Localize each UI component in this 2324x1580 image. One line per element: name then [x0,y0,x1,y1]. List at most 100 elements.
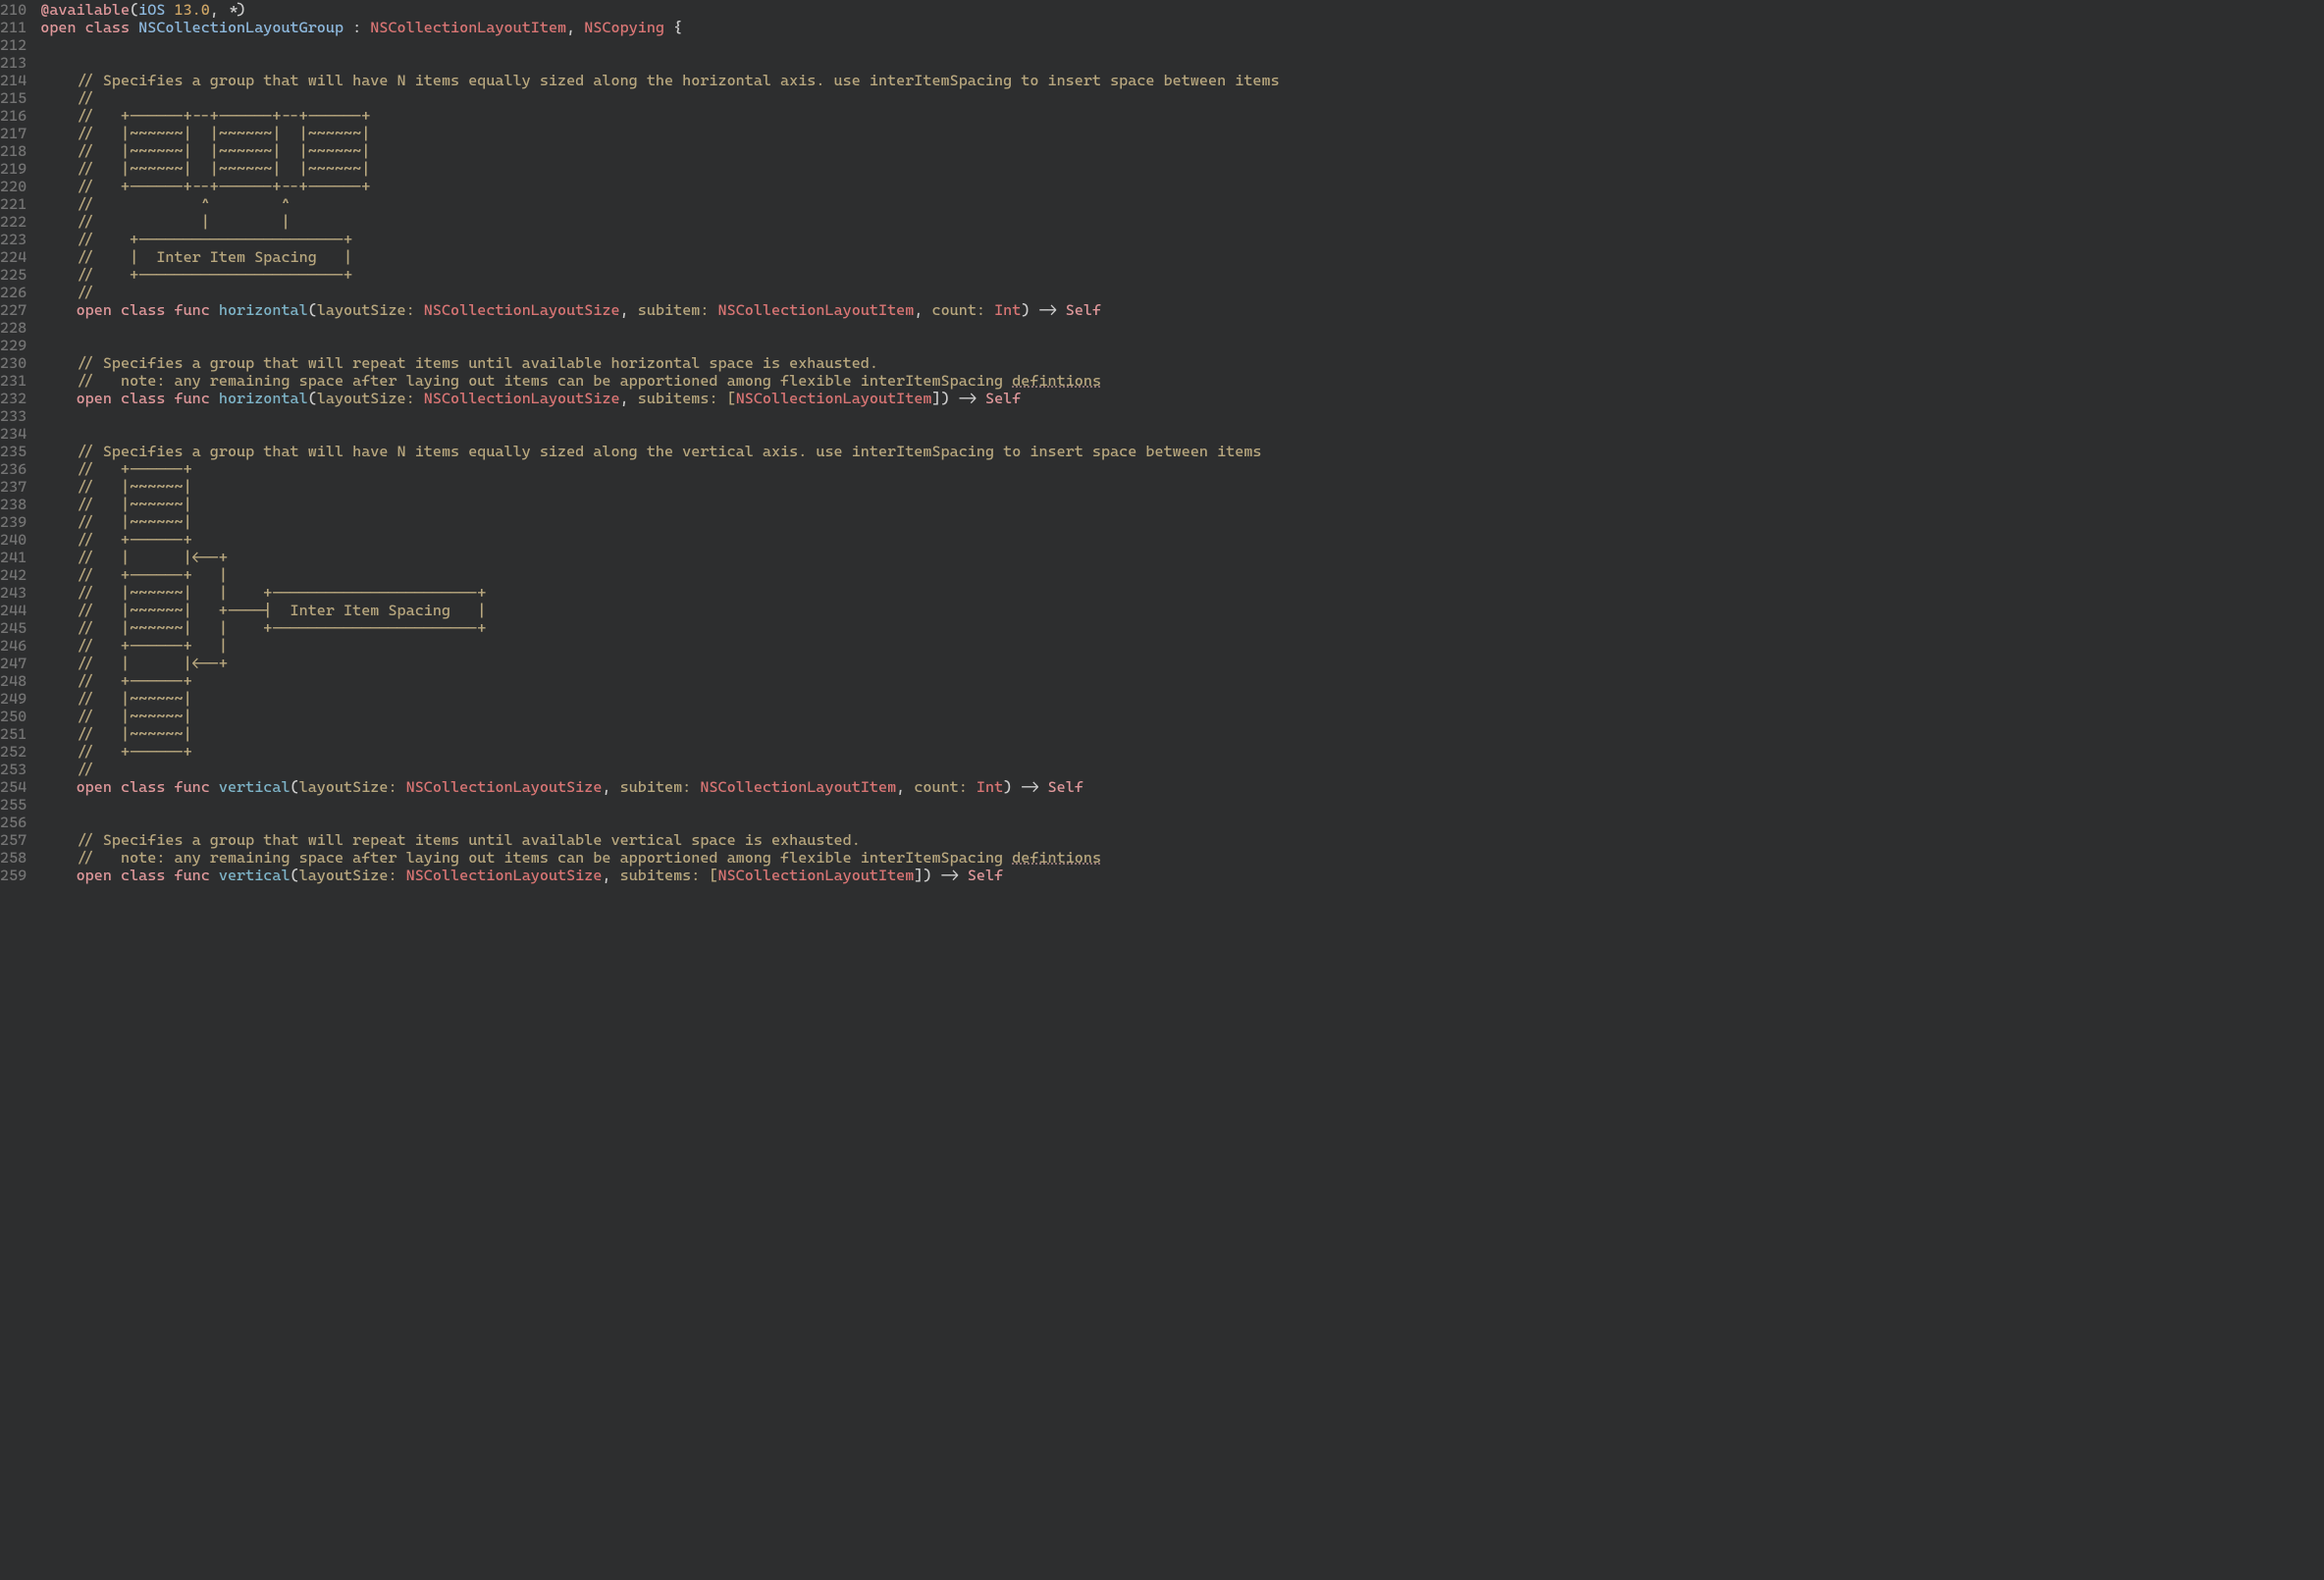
code-editor[interactable]: 2102112122132142152162172182192202212222… [0,0,2324,885]
code-token: ]) -> [914,867,968,884]
code-line[interactable]: // |~~~~~~| |~~~~~~| |~~~~~~| [40,161,2324,179]
line-number: 258 [0,850,26,868]
line-number: 216 [0,108,26,126]
code-line[interactable] [40,338,2324,355]
code-line[interactable]: // |~~~~~~| |~~~~~~| |~~~~~~| [40,143,2324,161]
code-line[interactable]: // |~~~~~~| | +-----------------------+ [40,585,2324,603]
code-token: 13.0 [175,1,210,19]
code-token [40,301,76,319]
line-number: 210 [0,2,26,20]
line-number: 253 [0,762,26,779]
code-line[interactable]: // +------+ | [40,638,2324,656]
code-line[interactable] [40,815,2324,832]
code-line[interactable]: // |~~~~~~| [40,709,2324,726]
code-line[interactable]: // |~~~~~~| [40,726,2324,744]
code-token: subitems: [ [638,390,736,407]
code-line[interactable]: // Specifies a group that will repeat it… [40,355,2324,373]
code-line[interactable]: // note: any remaining space after layin… [40,850,2324,868]
code-line[interactable]: // +------+ [40,532,2324,550]
code-line[interactable]: // |~~~~~~| +----| Inter Item Spacing | [40,603,2324,620]
code-line[interactable]: // | |<--+ [40,656,2324,673]
code-token: // |~~~~~~| +----| Inter Item Spacing | [40,602,486,619]
code-line[interactable]: // note: any remaining space after layin… [40,373,2324,391]
code-line[interactable]: open class func vertical(layoutSize: NSC… [40,779,2324,797]
line-number: 243 [0,585,26,603]
line-number: 230 [0,355,26,373]
line-number: 220 [0,179,26,196]
code-token: layoutSize: [299,778,406,796]
code-line[interactable]: // +------+--+------+--+------+ [40,179,2324,196]
code-token: // note: any remaining space after layin… [40,849,1012,867]
code-line[interactable]: // ^ ^ [40,196,2324,214]
code-line[interactable]: open class NSCollectionLayoutGroup : NSC… [40,20,2324,37]
code-token: ( [290,867,299,884]
code-line[interactable]: // | | [40,214,2324,232]
code-line[interactable]: // [40,90,2324,108]
code-line[interactable]: // Specifies a group that will have N it… [40,73,2324,90]
code-token: defintions [1012,372,1101,390]
code-token: ( [130,1,138,19]
code-token [40,814,76,831]
code-token: : [343,19,370,36]
code-line[interactable]: // +------+--+------+--+------+ [40,108,2324,126]
code-token: horizontal [219,301,308,319]
code-token: * [228,1,237,19]
code-line[interactable] [40,797,2324,815]
code-line[interactable]: // |~~~~~~| [40,497,2324,514]
code-content[interactable]: @available(iOS 13.0, *)open class NSColl… [40,2,2324,885]
code-line[interactable]: @available(iOS 13.0, *) [40,2,2324,20]
code-line[interactable]: open class func horizontal(layoutSize: N… [40,391,2324,408]
line-number: 249 [0,691,26,709]
code-line[interactable]: // Specifies a group that will repeat it… [40,832,2324,850]
code-token [40,425,76,443]
code-line[interactable]: // |~~~~~~| |~~~~~~| |~~~~~~| [40,126,2324,143]
code-token: NSCollectionLayoutItem [370,19,566,36]
code-token: // ^ ^ [40,195,290,213]
code-line[interactable]: open class func horizontal(layoutSize: N… [40,302,2324,320]
line-number: 247 [0,656,26,673]
line-number: 223 [0,232,26,249]
code-line[interactable]: // |~~~~~~| | +-----------------------+ [40,620,2324,638]
code-token: , [896,778,914,796]
code-token [40,337,76,354]
code-line[interactable] [40,408,2324,426]
code-token: open class func [77,390,219,407]
line-number-gutter: 2102112122132142152162172182192202212222… [0,2,40,885]
line-number: 227 [0,302,26,320]
code-line[interactable]: // +------+ [40,673,2324,691]
code-line[interactable]: // +-----------------------+ [40,267,2324,285]
line-number: 213 [0,55,26,73]
code-line[interactable]: open class func vertical(layoutSize: NSC… [40,868,2324,885]
code-line[interactable]: // Specifies a group that will have N it… [40,444,2324,461]
code-line[interactable] [40,37,2324,55]
code-token: // |~~~~~~| [40,690,191,708]
code-token: // |~~~~~~| [40,478,191,496]
line-number: 248 [0,673,26,691]
code-line[interactable]: // +------+ [40,744,2324,762]
code-line[interactable]: // | |<--+ [40,550,2324,567]
code-line[interactable]: // +------+ | [40,567,2324,585]
code-token: count: [914,778,977,796]
code-line[interactable] [40,55,2324,73]
code-line[interactable]: // [40,285,2324,302]
code-line[interactable]: // |~~~~~~| [40,691,2324,709]
code-token: // | Inter Item Spacing | [40,248,352,266]
code-token [165,1,174,19]
code-line[interactable] [40,426,2324,444]
code-line[interactable]: // +-----------------------+ [40,232,2324,249]
code-token: // [40,761,94,778]
code-token: // +------+ [40,743,191,761]
code-line[interactable]: // |~~~~~~| [40,514,2324,532]
code-token: // [40,89,94,107]
code-line[interactable]: // [40,762,2324,779]
code-line[interactable] [40,320,2324,338]
code-line[interactable]: // | Inter Item Spacing | [40,249,2324,267]
code-line[interactable]: // |~~~~~~| [40,479,2324,497]
code-token: , [602,778,619,796]
line-number: 241 [0,550,26,567]
code-token: Self [1066,301,1101,319]
code-line[interactable]: // +------+ [40,461,2324,479]
code-token: // note: any remaining space after layin… [40,372,1012,390]
code-token: { [664,19,682,36]
code-token: layoutSize: [299,867,406,884]
